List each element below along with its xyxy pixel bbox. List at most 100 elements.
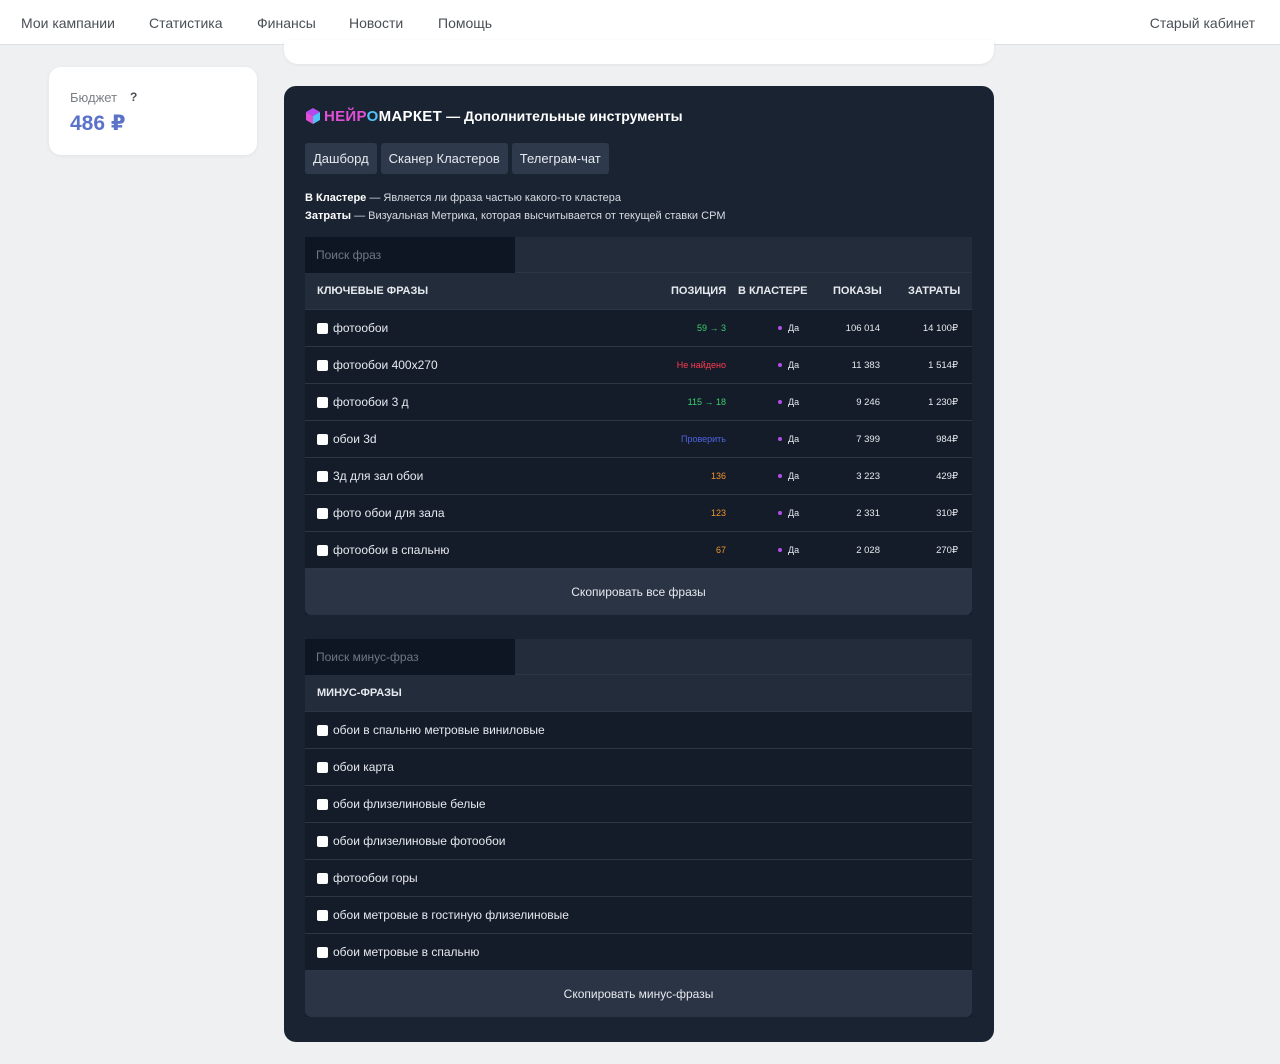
keyword-cost: 1 514₽ [928, 360, 958, 371]
keyword-phrase: фотообои [333, 321, 389, 335]
legend-line-cost: Затраты — Визуальная Метрика, которая вы… [305, 207, 726, 225]
tab-telegram-chat[interactable]: Телеграм-чат [511, 143, 609, 174]
keyword-cluster-value: Да [788, 434, 800, 444]
minus-phrase-checkbox[interactable] [317, 910, 328, 921]
cluster-dot-icon [778, 437, 782, 441]
keyword-checkbox[interactable] [317, 323, 328, 334]
minus-phrase-row: обои флизелиновые белые [305, 786, 972, 823]
budget-card: Бюджет ? 486 ₽ [49, 67, 257, 155]
legend-line-cluster: В Кластере — Является ли фраза частью ка… [305, 189, 726, 207]
budget-value: 486 ₽ [70, 112, 126, 135]
keyword-checkbox[interactable] [317, 397, 328, 408]
keyword-row: фотообои 400х270 Не найдено Да 11 383 1 514₽ [305, 347, 972, 384]
cube-logo-icon [306, 108, 320, 124]
header-cost: ЗАТРАТЫ [908, 285, 961, 297]
keyword-cost: 984₽ [936, 434, 958, 445]
nav-statistics[interactable]: Статистика [149, 15, 223, 31]
keywords-rows: фотообои 59 → 3 Да 106 014 14 100₽ фотообои 4… [305, 310, 972, 569]
minus-phrase-row: обои метровые в гостиную флизелиновые [305, 897, 972, 934]
keyword-phrase: обои 3d [333, 432, 377, 446]
keyword-position: Не найдено [676, 360, 726, 370]
header-minus-phrases: МИНУС-ФРАЗЫ [317, 687, 402, 699]
nav-my-campaigns[interactable]: Мои кампании [21, 15, 115, 31]
minus-phrase: обои флизелиновые белые [333, 797, 486, 811]
keyword-cost: 270₽ [936, 545, 958, 556]
keyword-cluster-value: Да [788, 397, 800, 407]
keyword-position: 67 [715, 545, 726, 555]
keywords-table-header: КЛЮЧЕВЫЕ ФРАЗЫ ПОЗИЦИЯ В КЛАСТЕРЕ ПОКАЗЫ… [305, 273, 972, 310]
brand-part2: О [366, 107, 379, 125]
keyword-shows: 106 014 [845, 323, 880, 334]
minus-phrase-checkbox[interactable] [317, 762, 328, 773]
keyword-checkbox[interactable] [317, 508, 328, 519]
brand-header: НЕЙРОМАРКЕТ — Дополнительные инструменты [305, 106, 683, 126]
minus-phrase-checkbox[interactable] [317, 873, 328, 884]
cluster-dot-icon [778, 474, 782, 478]
legend-text-cost: — Визуальная Метрика, которая высчитывае… [351, 210, 726, 222]
nav-finance[interactable]: Финансы [257, 15, 316, 31]
minus-phrase-checkbox[interactable] [317, 725, 328, 736]
keyword-cost: 429₽ [936, 471, 958, 482]
keyword-checkbox[interactable] [317, 545, 328, 556]
keyword-phrase: фотообои в спальню [333, 543, 450, 557]
minus-phrase-row: обои карта [305, 749, 972, 786]
keyword-row: фотообои 3 д 115 → 18 Да 9 246 1 230₽ [305, 384, 972, 421]
brand-part3: МАРКЕТ [378, 107, 443, 125]
budget-help-icon[interactable]: ? [130, 90, 137, 104]
minus-phrase-checkbox[interactable] [317, 947, 328, 958]
nav-help[interactable]: Помощь [438, 15, 492, 31]
minus-search-row [305, 639, 972, 675]
tab-dashboard[interactable]: Дашборд [305, 143, 377, 174]
brand-part1: НЕЙР [324, 107, 367, 125]
minus-block: МИНУС-ФРАЗЫ обои в спальню метровые вини… [305, 639, 972, 1017]
budget-label: Бюджет [70, 90, 118, 105]
legend: В Кластере — Является ли фраза частью ка… [305, 189, 726, 225]
keyword-shows: 9 246 [856, 397, 880, 408]
minus-phrase-checkbox[interactable] [317, 836, 328, 847]
keyword-position: 59 → 3 [696, 323, 726, 333]
keyword-row: фотообои в спальню 67 Да 2 028 270₽ [305, 532, 972, 569]
minus-table-header: МИНУС-ФРАЗЫ [305, 675, 972, 712]
keyword-checkbox[interactable] [317, 471, 328, 482]
nav-old-cabinet[interactable]: Старый кабинет [1150, 15, 1255, 31]
minus-phrase-row: фотообои горы [305, 860, 972, 897]
keyword-position[interactable]: Проверить [681, 434, 726, 444]
keyword-row: 3д для зал обои 136 Да 3 223 429₽ [305, 458, 972, 495]
minus-phrase: обои карта [333, 760, 394, 774]
keyword-cluster: Да [778, 434, 799, 444]
neuromarket-panel: НЕЙРОМАРКЕТ — Дополнительные инструменты… [284, 86, 994, 1042]
card-remnant [284, 40, 994, 64]
keyword-shows: 11 383 [851, 360, 880, 371]
keyword-shows: 7 399 [856, 434, 880, 445]
copy-all-phrases-button[interactable]: Скопировать все фразы [305, 569, 972, 615]
keyword-cluster: Да [778, 397, 799, 407]
minus-phrase-checkbox[interactable] [317, 799, 328, 810]
keyword-phrase: фото обои для зала [333, 506, 445, 520]
minus-phrase: обои метровые в гостиную флизелиновые [333, 908, 569, 922]
keyword-phrase: фотообои 3 д [333, 395, 409, 409]
keyword-phrase: 3д для зал обои [333, 469, 424, 483]
minus-phrase: фотообои горы [333, 871, 418, 885]
minus-phrase: обои метровые в спальню [333, 945, 480, 959]
copy-minus-phrases-button[interactable]: Скопировать минус-фразы [305, 971, 972, 1017]
legend-term-cost: Затраты [305, 210, 352, 222]
keyword-cluster: Да [778, 508, 799, 518]
minus-search-input[interactable] [305, 639, 515, 675]
keywords-search-input[interactable] [305, 237, 515, 273]
keyword-cluster-value: Да [788, 323, 800, 333]
minus-phrase-row: обои метровые в спальню [305, 934, 972, 971]
keyword-checkbox[interactable] [317, 434, 328, 445]
header-cluster: В КЛАСТЕРЕ [738, 285, 808, 297]
keyword-cluster: Да [778, 323, 799, 333]
keyword-checkbox[interactable] [317, 360, 328, 371]
keyword-shows: 3 223 [856, 471, 880, 482]
minus-phrase: обои в спальню метровые виниловые [333, 723, 545, 737]
keyword-cost: 310₽ [936, 508, 958, 519]
tab-cluster-scanner[interactable]: Сканер Кластеров [380, 143, 508, 174]
cluster-dot-icon [778, 326, 782, 330]
keyword-phrase: фотообои 400х270 [333, 358, 438, 372]
nav-news[interactable]: Новости [349, 15, 403, 31]
brand-subtitle: — Дополнительные инструменты [446, 108, 683, 124]
header-position: ПОЗИЦИЯ [671, 285, 727, 297]
cluster-dot-icon [778, 400, 782, 404]
